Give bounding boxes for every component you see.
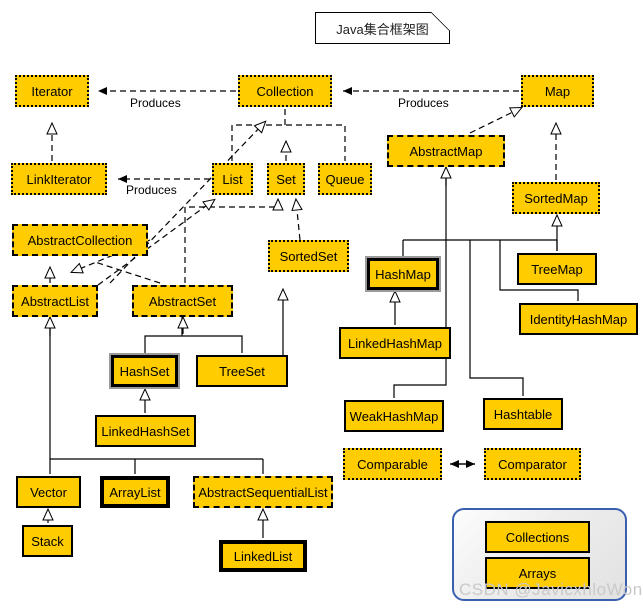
class-node-treemap[interactable]: TreeMap [517, 253, 597, 285]
class-node-label: IdentityHashMap [529, 311, 628, 327]
class-node-label: TreeSet [219, 363, 265, 379]
class-node-linkiterator[interactable]: LinkIterator [11, 163, 107, 195]
class-node-label: Collections [505, 529, 570, 545]
class-node-comparable[interactable]: Comparable [343, 448, 442, 480]
class-node-label: AbstractList [21, 293, 89, 309]
class-node-comparator[interactable]: Comparator [484, 448, 581, 480]
class-node-arraylist[interactable]: ArrayList [100, 476, 170, 508]
class-node-linkedhashmap[interactable]: LinkedHashMap [339, 327, 451, 359]
diagram-title-note: Java集合框架图 [315, 12, 450, 44]
edge-label-produces-map: Produces [398, 96, 449, 110]
class-node-linkedlist[interactable]: LinkedList [219, 540, 307, 572]
class-node-abstractcollection[interactable]: AbstractCollection [12, 224, 148, 256]
note-fold-corner-icon [431, 12, 450, 31]
class-node-label: Hashtable [493, 406, 553, 422]
class-node-label: SortedMap [524, 190, 588, 206]
class-node-label: Iterator [31, 83, 73, 99]
class-node-list[interactable]: List [212, 163, 253, 195]
class-node-treeset[interactable]: TreeSet [196, 355, 288, 387]
class-node-hashmap[interactable]: HashMap [367, 258, 439, 290]
class-node-label: Comparable [357, 456, 428, 472]
class-node-label: AbstractSet [148, 293, 217, 309]
class-node-label: Set [276, 171, 296, 187]
watermark: CSDN @JavicxhloWong [459, 580, 643, 599]
class-node-collection[interactable]: Collection [238, 75, 332, 107]
class-node-hashtable[interactable]: Hashtable [483, 398, 563, 430]
class-node-label: HashMap [375, 266, 431, 282]
class-node-label: LinkedHashMap [348, 335, 442, 351]
page-title: Java集合框架图 [336, 21, 429, 37]
class-node-label: LinkedList [233, 548, 293, 564]
class-node-label: LinkIterator [26, 171, 92, 187]
edge-label-produces-linkiterator: Produces [126, 183, 177, 197]
class-node-label: AbstractCollection [27, 232, 133, 248]
edge-label-produces-iterator: Produces [130, 96, 181, 110]
class-node-label: Stack [31, 533, 64, 549]
class-node-label: AbstractMap [409, 143, 483, 159]
class-node-label: Map [544, 83, 571, 99]
class-node-label: Queue [325, 171, 365, 187]
class-diagram-canvas: Java集合框架图 Produces Produces Produces Ite… [0, 0, 643, 611]
class-node-linkedhashset[interactable]: LinkedHashSet [95, 415, 196, 447]
class-node-identityhashmap[interactable]: IdentityHashMap [519, 303, 638, 335]
class-node-label: TreeMap [531, 261, 583, 277]
class-node-label: SortedSet [279, 248, 338, 264]
class-node-hashset[interactable]: HashSet [111, 355, 178, 387]
class-node-label: LinkedHashSet [101, 423, 190, 439]
class-node-abstractlist[interactable]: AbstractList [12, 285, 98, 317]
class-node-sortedmap[interactable]: SortedMap [512, 182, 600, 214]
class-node-label: List [222, 171, 243, 187]
class-node-label: Comparator [498, 456, 567, 472]
class-node-label: Arrays [518, 565, 557, 581]
class-node-map[interactable]: Map [521, 75, 594, 107]
class-node-weakhashmap[interactable]: WeakHashMap [344, 400, 444, 432]
class-node-sortedset[interactable]: SortedSet [268, 240, 349, 272]
class-node-label: Collection [256, 83, 314, 99]
class-node-set[interactable]: Set [267, 163, 305, 195]
class-node-label: Vector [30, 484, 67, 500]
class-node-stack[interactable]: Stack [22, 525, 73, 557]
class-node-label: WeakHashMap [349, 408, 439, 424]
class-node-label: HashSet [119, 363, 170, 379]
class-node-abstractmap[interactable]: AbstractMap [387, 135, 505, 167]
class-node-queue[interactable]: Queue [318, 163, 372, 195]
class-node-abstractset[interactable]: AbstractSet [132, 285, 233, 317]
class-node-iterator[interactable]: Iterator [15, 75, 89, 107]
class-node-label: ArrayList [109, 484, 161, 500]
class-node-abstractsequentiallist[interactable]: AbstractSequentialList [193, 476, 333, 508]
class-node-collections[interactable]: Collections [485, 521, 590, 553]
class-node-label: AbstractSequentialList [198, 484, 328, 500]
class-node-vector[interactable]: Vector [16, 476, 81, 508]
